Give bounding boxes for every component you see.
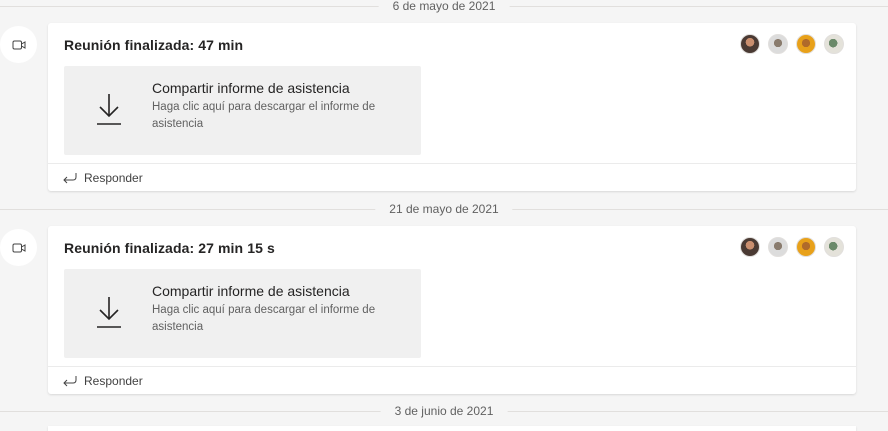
meeting-ended-card: Reunión finalizada: 27 min 15 s Comparti… [48,226,856,394]
next-message-card [48,426,856,431]
participant-avatar[interactable] [796,34,816,54]
meeting-title-prefix: Reunión finalizada: [64,240,195,256]
download-icon [97,94,121,125]
participant-avatar[interactable] [740,237,760,257]
video-camera-icon [12,40,25,49]
video-camera-icon [12,243,25,252]
attendance-report-attachment[interactable]: Compartir informe de asistencia Haga cli… [64,269,421,358]
meeting-duration: 47 min [198,37,244,53]
participant-list [740,237,844,257]
participant-avatar[interactable] [768,237,788,257]
reply-button[interactable]: Responder [48,163,856,191]
attachment-description: Haga clic aquí para descargar el informe… [152,101,376,130]
meeting-call-icon [0,26,37,63]
meeting-ended-card: Reunión finalizada: 47 min Compartir inf… [48,23,856,191]
meeting-title-prefix: Reunión finalizada: [64,37,195,53]
date-separator: 3 de junio de 2021 [0,404,888,418]
participant-avatar[interactable] [768,34,788,54]
date-label: 21 de mayo de 2021 [375,202,513,216]
reply-label: Responder [84,373,143,388]
participant-list [740,34,844,54]
meeting-call-icon [0,229,37,266]
participant-avatar[interactable] [740,34,760,54]
attachment-description: Haga clic aquí para descargar el informe… [152,304,376,333]
meeting-duration: 27 min 15 s [198,240,275,256]
reply-arrow-icon [63,172,77,183]
reply-arrow-icon [63,375,77,386]
participant-avatar[interactable] [824,34,844,54]
date-separator: 21 de mayo de 2021 [0,202,888,216]
reply-button[interactable]: Responder [48,366,856,394]
date-label: 6 de mayo de 2021 [378,0,510,13]
meeting-title: Reunión finalizada: 47 min [64,37,243,53]
download-icon [97,297,121,328]
meeting-title: Reunión finalizada: 27 min 15 s [64,240,275,256]
participant-avatar[interactable] [796,237,816,257]
attachment-title: Compartir informe de asistencia [152,283,350,299]
participant-avatar[interactable] [824,237,844,257]
date-separator: 6 de mayo de 2021 [0,0,888,13]
date-label: 3 de junio de 2021 [380,404,508,418]
attendance-report-attachment[interactable]: Compartir informe de asistencia Haga cli… [64,66,421,155]
attachment-title: Compartir informe de asistencia [152,80,350,96]
reply-label: Responder [84,170,143,185]
